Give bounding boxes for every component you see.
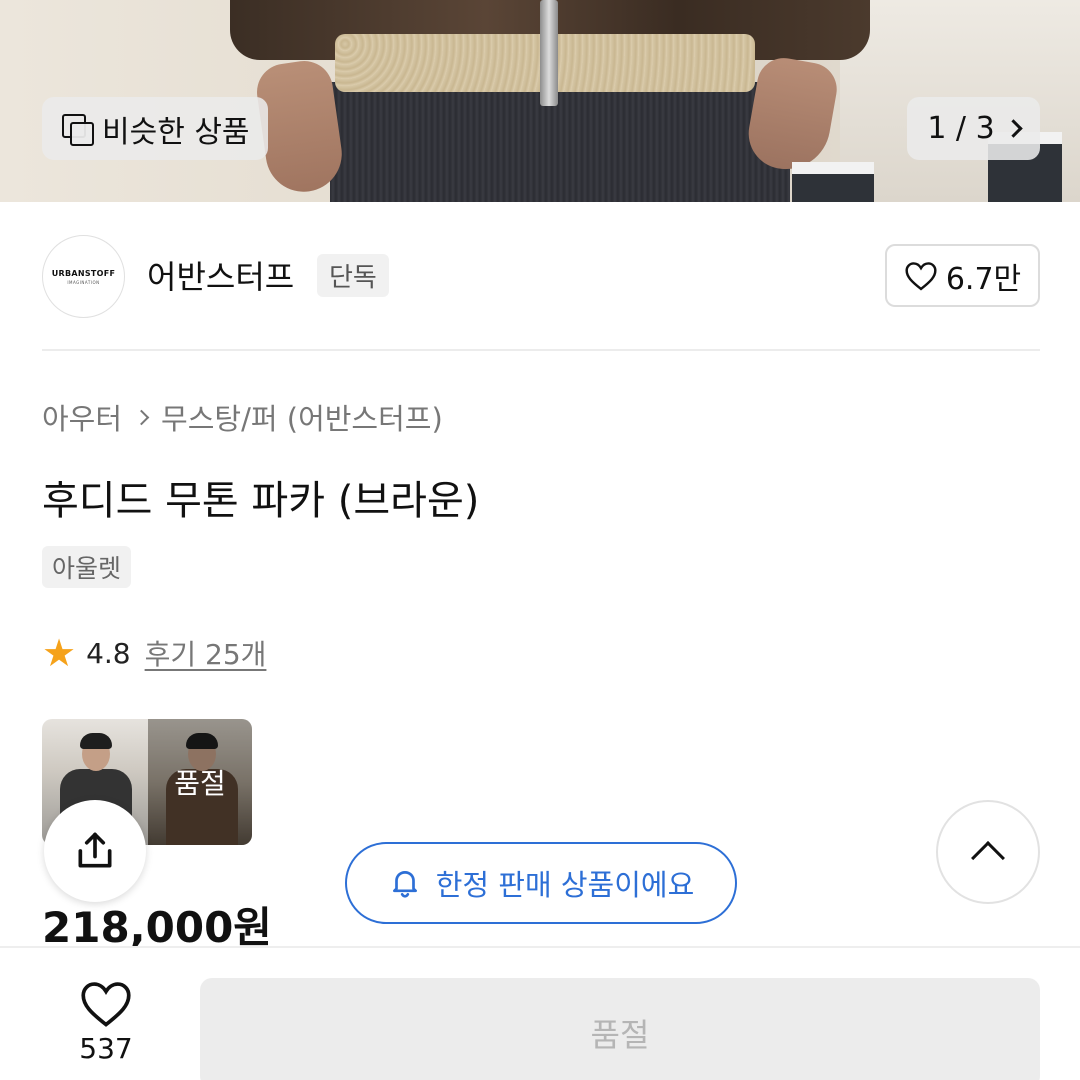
hero-hand-right xyxy=(743,53,841,177)
wishlist-button[interactable]: 537 xyxy=(60,980,152,1065)
bell-icon xyxy=(392,871,417,898)
chevron-right-icon xyxy=(1003,119,1023,138)
similar-products-button[interactable]: 비슷한 상품 xyxy=(42,97,268,160)
similar-products-label: 비슷한 상품 xyxy=(102,114,250,150)
color-option-thumbnail-selected[interactable]: 품절 xyxy=(148,719,252,845)
product-title: 후디드 무톤 파카 (브라운) xyxy=(42,478,480,524)
copy-icon xyxy=(62,113,94,146)
brand-like-count: 6.7만 xyxy=(945,261,1022,297)
brand-name-link[interactable]: 어반스터프 xyxy=(147,252,294,298)
soldout-button[interactable]: 품절 xyxy=(200,978,1040,1080)
limited-sale-label: 한정 판매 상품이에요 xyxy=(435,868,695,902)
product-rating: ★ 4.8 후기 25개 xyxy=(42,633,266,673)
chevron-right-icon xyxy=(133,409,150,425)
breadcrumb-item-outer[interactable]: 아우터 xyxy=(42,396,122,438)
share-icon xyxy=(78,832,112,868)
hero-zipper xyxy=(540,0,558,106)
scroll-to-top-button[interactable] xyxy=(936,800,1040,904)
section-divider xyxy=(42,349,1040,351)
brand-logo-subtext: IMAGINATION xyxy=(67,279,100,285)
share-button[interactable] xyxy=(44,800,146,902)
heart-icon xyxy=(905,261,937,291)
star-icon: ★ xyxy=(42,631,77,675)
thumbnail-soldout-overlay: 품절 xyxy=(148,719,252,845)
thumbnail-soldout-label: 품절 xyxy=(174,767,226,800)
hero-cup xyxy=(792,162,874,202)
hero-pants xyxy=(330,82,790,202)
breadcrumb: 아우터 무스탕/퍼 (어반스터프) xyxy=(42,396,443,438)
breadcrumb-item-category[interactable]: 무스탕/퍼 (어반스터프) xyxy=(161,396,443,438)
brand-logo[interactable]: URBANSTOFF IMAGINATION xyxy=(42,235,125,318)
heart-icon xyxy=(81,982,131,1027)
brand-logo-text: URBANSTOFF xyxy=(51,268,116,278)
outlet-tag: 아울렛 xyxy=(42,546,132,588)
chevron-up-icon xyxy=(971,841,1005,875)
wishlist-count: 537 xyxy=(79,1032,133,1065)
image-pager-label: 1 / 3 xyxy=(927,111,995,146)
thumbnail-model-hair xyxy=(80,733,112,749)
brand-like-button[interactable]: 6.7만 xyxy=(885,244,1040,307)
reviews-link[interactable]: 후기 25개 xyxy=(145,633,267,673)
exclusive-badge: 단독 xyxy=(317,254,389,297)
image-pager-button[interactable]: 1 / 3 xyxy=(907,97,1040,160)
rating-value: 4.8 xyxy=(86,636,131,670)
limited-sale-notice[interactable]: 한정 판매 상품이에요 xyxy=(345,842,737,924)
